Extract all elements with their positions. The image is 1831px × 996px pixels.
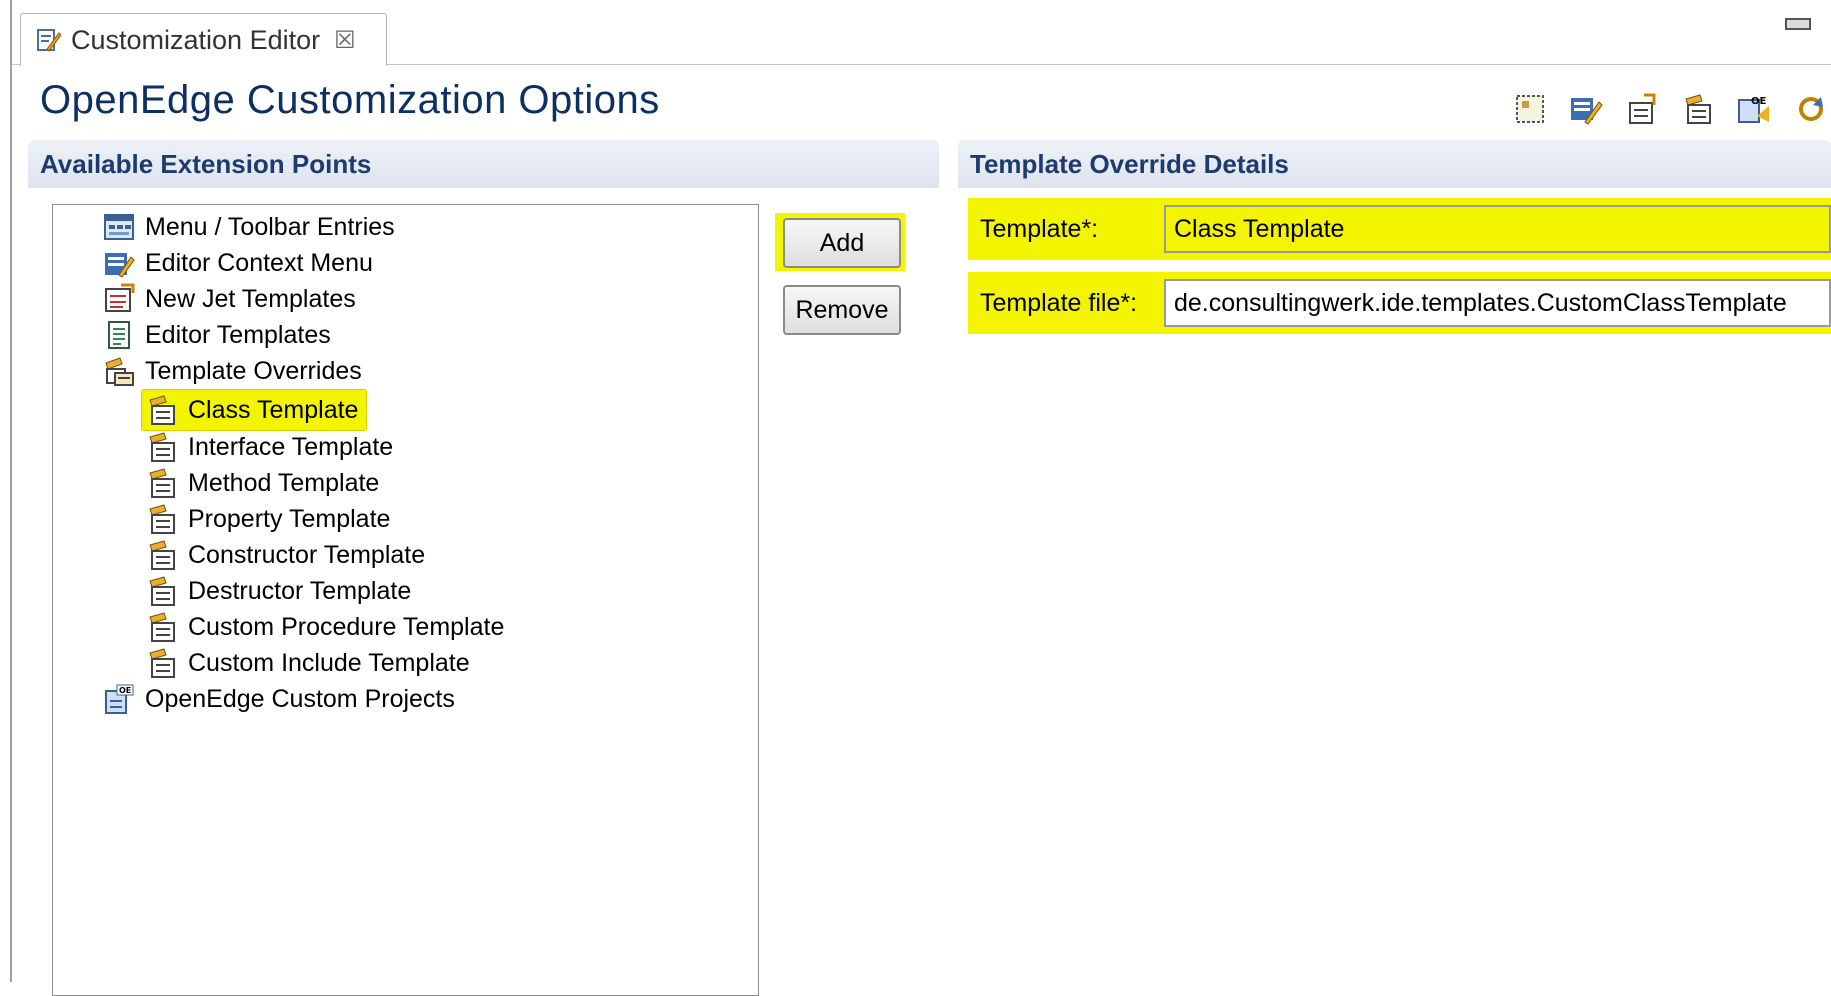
template-file-input[interactable]: de.consultingwerk.ide.templates.CustomCl… xyxy=(1164,279,1831,327)
export-icon[interactable] xyxy=(1621,88,1663,130)
context-menu-icon xyxy=(105,253,135,278)
tree-item-label: OpenEdge Custom Projects xyxy=(145,684,455,713)
editor-tab-bar: Customization Editor ☒ xyxy=(12,8,1831,66)
svg-text:OE: OE xyxy=(1751,96,1767,107)
add-button-label: Add xyxy=(819,228,865,257)
template-icon xyxy=(149,576,175,606)
tree-item-label: Editor Templates xyxy=(145,320,331,349)
grid-icon[interactable] xyxy=(1509,88,1551,130)
tree-item-label: Menu / Toolbar Entries xyxy=(145,212,395,241)
add-button[interactable]: Add xyxy=(783,218,901,268)
tree-item-custom-procedure-template[interactable]: Custom Procedure Template xyxy=(146,609,504,645)
tree-item-label: Property Template xyxy=(188,504,391,533)
tree-item-label: Class Template xyxy=(188,395,359,424)
tree-item-editor-templates[interactable]: Editor Templates xyxy=(103,317,331,353)
tree-item-constructor-template[interactable]: Constructor Template xyxy=(146,537,425,573)
tree-item-destructor-template[interactable]: Destructor Template xyxy=(146,573,411,609)
tree-item-label: Custom Include Template xyxy=(188,648,470,677)
tree-item-label: Destructor Template xyxy=(188,576,412,605)
page-title: OpenEdge Customization Options xyxy=(40,78,660,122)
template-icon xyxy=(149,432,175,462)
project-icon[interactable]: OE xyxy=(1733,88,1775,130)
section-title: Template Override Details xyxy=(970,148,1289,179)
tab-customization-editor[interactable]: Customization Editor ☒ xyxy=(20,13,387,66)
menu-toolbar-icon xyxy=(104,214,134,240)
template-override-details-header: Template Override Details xyxy=(958,140,1831,188)
window-frame xyxy=(10,0,12,982)
tree-item-menu-toolbar[interactable]: Menu / Toolbar Entries xyxy=(103,209,395,245)
remove-button-label: Remove xyxy=(795,295,889,324)
template-icon xyxy=(149,395,175,425)
tab-label: Customization Editor xyxy=(71,24,321,55)
tree-item-label: Method Template xyxy=(188,468,380,497)
refresh-icon[interactable] xyxy=(1789,88,1831,130)
tree-item-property-template[interactable]: Property Template xyxy=(146,501,390,537)
template-icon xyxy=(149,468,175,498)
form-toolbar: OE xyxy=(1509,88,1831,130)
remove-button[interactable]: Remove xyxy=(783,285,901,335)
tree-item-class-template[interactable]: Class Template xyxy=(141,389,368,431)
template-icon[interactable] xyxy=(1677,88,1719,130)
tree-item-label: Template Overrides xyxy=(145,356,362,385)
tree-item-label: Constructor Template xyxy=(188,540,426,569)
template-overrides-icon xyxy=(105,357,134,386)
svg-text:OE: OE xyxy=(119,686,131,695)
template-file-label: Template file*: xyxy=(980,288,1138,317)
custom-projects-icon: OE xyxy=(105,684,134,714)
template-icon xyxy=(149,648,175,678)
extension-points-tree[interactable]: Menu / Toolbar Entries Editor Context Me… xyxy=(52,204,759,996)
minimize-button[interactable] xyxy=(1785,18,1811,30)
edit-icon[interactable] xyxy=(1565,88,1607,130)
available-extension-points-header: Available Extension Points xyxy=(28,140,939,188)
tree-item-custom-include-template[interactable]: Custom Include Template xyxy=(146,645,470,681)
template-combo[interactable]: Class Template xyxy=(1164,205,1831,253)
tree-item-openedge-custom-projects[interactable]: OE OpenEdge Custom Projects xyxy=(103,681,455,717)
template-value: Class Template xyxy=(1174,214,1345,243)
tree-item-template-overrides[interactable]: Template Overrides xyxy=(103,353,362,389)
close-icon[interactable]: ☒ xyxy=(334,26,356,54)
editor-template-icon xyxy=(108,321,130,349)
template-label: Template*: xyxy=(980,214,1099,243)
section-title: Available Extension Points xyxy=(40,148,372,179)
tree-item-method-template[interactable]: Method Template xyxy=(146,465,379,501)
tree-item-editor-context-menu[interactable]: Editor Context Menu xyxy=(103,245,373,281)
tree-item-new-jet-templates[interactable]: New Jet Templates xyxy=(103,281,356,317)
editor-icon xyxy=(37,29,61,52)
tree-item-interface-template[interactable]: Interface Template xyxy=(146,429,393,465)
tree-item-label: New Jet Templates xyxy=(145,284,356,313)
template-icon xyxy=(149,504,175,534)
tree-item-label: Editor Context Menu xyxy=(145,248,373,277)
template-file-value: de.consultingwerk.ide.templates.CustomCl… xyxy=(1174,288,1787,317)
tree-item-label: Interface Template xyxy=(188,432,394,461)
tree-item-label: Custom Procedure Template xyxy=(188,612,505,641)
template-icon xyxy=(149,612,175,642)
template-icon xyxy=(149,540,175,570)
jet-template-icon xyxy=(105,283,135,312)
